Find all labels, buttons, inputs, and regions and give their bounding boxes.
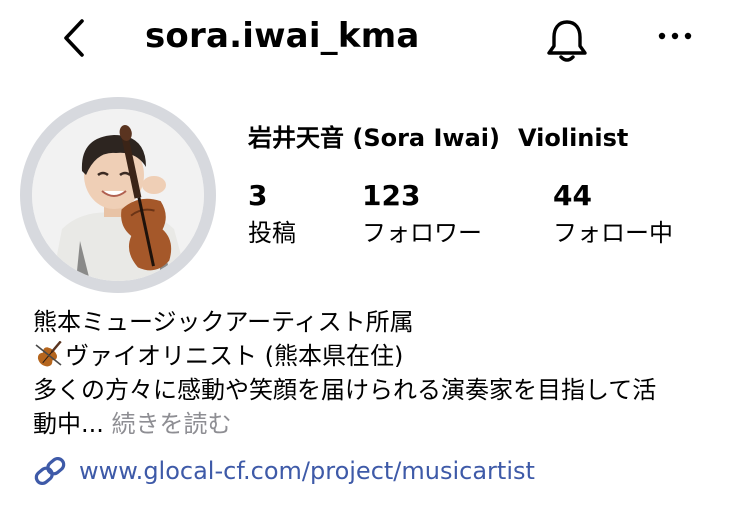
link-url[interactable]: www.glocal-cf.com/project/musicartist [79, 454, 535, 488]
following-count: 44 [553, 179, 592, 212]
bell-icon [547, 20, 587, 62]
back-button[interactable] [52, 14, 96, 62]
avatar[interactable] [32, 109, 204, 281]
more-options-button[interactable] [648, 14, 702, 58]
notifications-button[interactable] [540, 14, 594, 68]
following-label: フォロー中 [553, 219, 673, 247]
bio-line-1: 熊本ミュージックアーティスト所属 [33, 308, 414, 336]
bio-line-4: 動中... 続きを読む [33, 407, 723, 441]
profile-link[interactable]: www.glocal-cf.com/project/musicartist [33, 454, 535, 488]
profile-bio: 熊本ミュージックアーティスト所属 ヴァイオリニスト (熊本県在住) 多くの方々に… [33, 305, 723, 441]
bio-line-3: 多くの方々に感動や笑顔を届けられる演奏家を目指して活 [33, 376, 657, 404]
bio-line-2-text: ヴァイオリニスト (熊本県在住) [65, 342, 404, 370]
avatar-photo [32, 109, 204, 281]
profile-username: sora.iwai_kma [145, 16, 420, 56]
profile-display-name: 岩井天音 (Sora Iwai) Violinist [248, 122, 628, 154]
more-horizontal-icon [658, 32, 692, 40]
bio-line-4-text: 動中... [33, 410, 104, 438]
posts-count: 3 [248, 179, 268, 212]
posts-label: 投稿 [248, 219, 296, 247]
following-stat[interactable]: 44 フォロー中 [553, 178, 673, 250]
violin-emoji-icon [35, 340, 62, 367]
profile-name: 岩井天音 (Sora Iwai) [248, 124, 500, 152]
bio-more-link[interactable]: 続きを読む [112, 410, 232, 438]
posts-stat[interactable]: 3 投稿 [248, 178, 296, 250]
bio-line-2: ヴァイオリニスト (熊本県在住) [33, 339, 723, 373]
top-bar: sora.iwai_kma [0, 0, 750, 78]
chevron-left-icon [64, 19, 84, 57]
followers-stat[interactable]: 123 フォロワー [362, 178, 482, 250]
followers-count: 123 [362, 179, 421, 212]
followers-label: フォロワー [362, 219, 482, 247]
profile-category: Violinist [517, 124, 629, 152]
link-icon [34, 456, 66, 486]
